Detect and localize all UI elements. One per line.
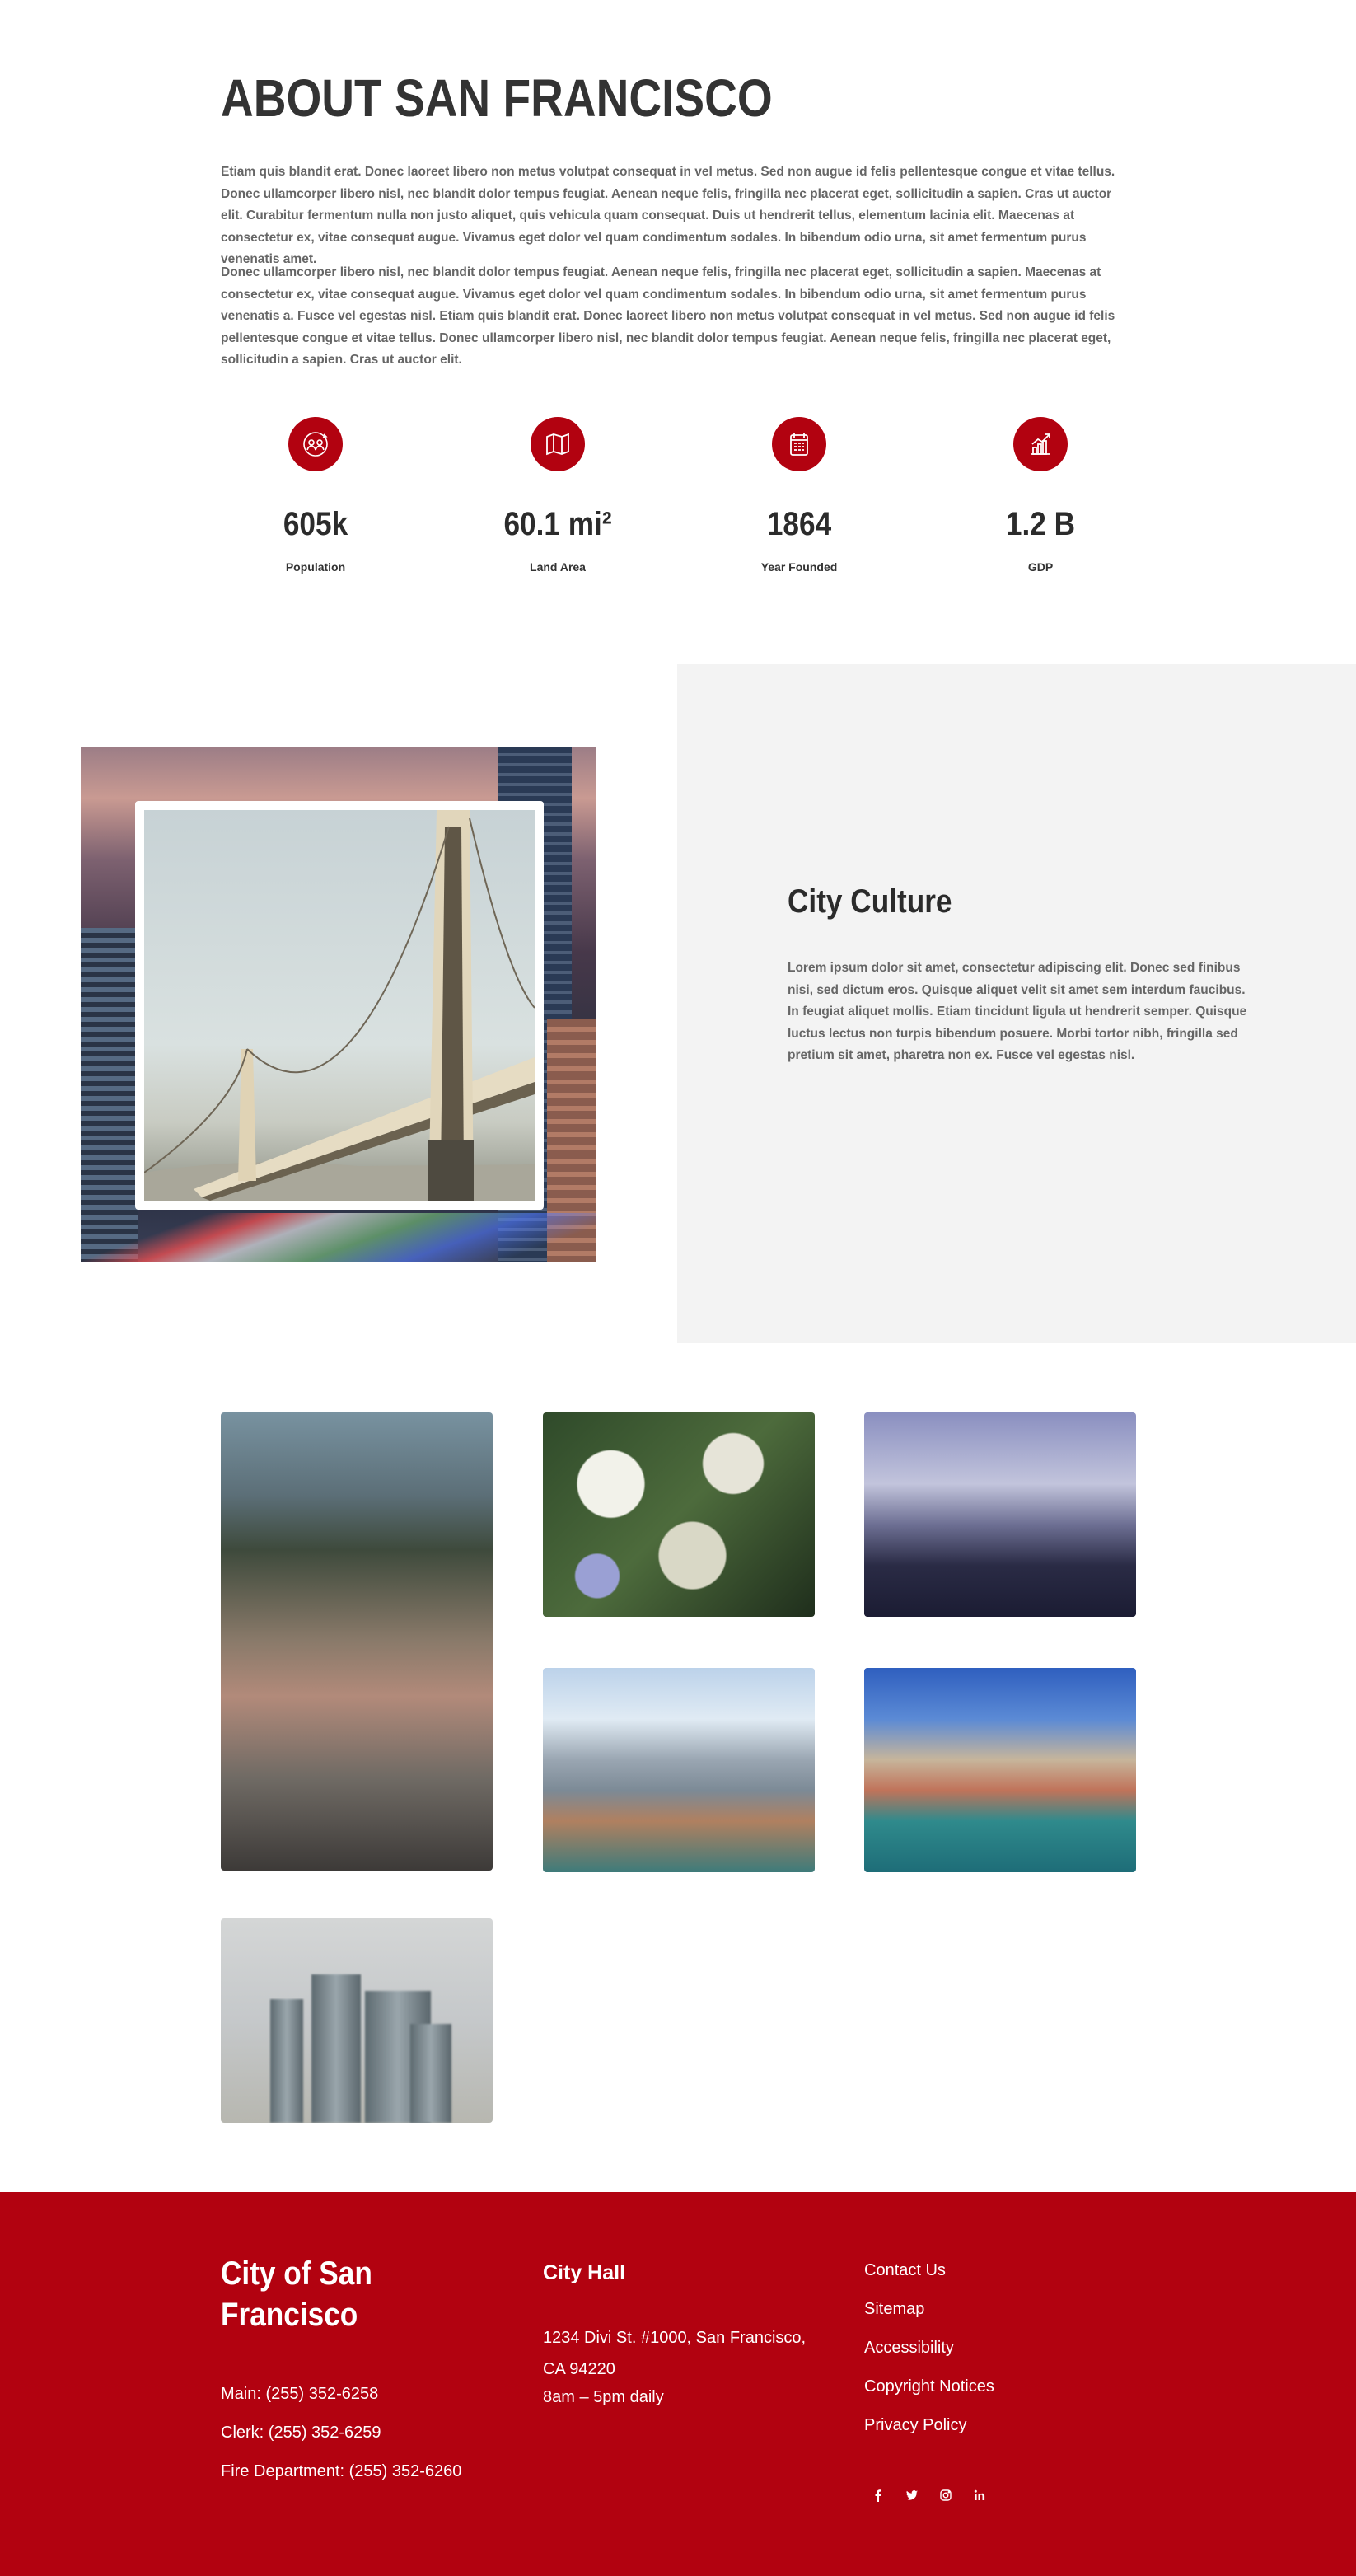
gallery-image-skyscrapers[interactable] (221, 1918, 493, 2123)
gallery-image-coastal-town[interactable] (221, 1412, 493, 1871)
gallery-image-domed-church[interactable] (543, 1668, 815, 1872)
stat-land-area: 60.1 mi² Land Area (475, 417, 640, 574)
map-icon (531, 417, 585, 471)
facebook-icon[interactable] (867, 2484, 890, 2507)
stat-value: 1864 (766, 506, 832, 542)
linkedin-icon[interactable] (968, 2484, 991, 2507)
gallery-image-night-bridge[interactable] (864, 1412, 1136, 1617)
stat-label: Population (285, 560, 346, 574)
gallery-image-flowers[interactable] (543, 1412, 815, 1617)
growth-chart-icon (1013, 417, 1068, 471)
bridge-photo (144, 810, 535, 1201)
instagram-icon[interactable] (934, 2484, 957, 2507)
bridge-photo-frame (135, 801, 544, 1210)
footer-link-sitemap[interactable]: Sitemap (864, 2300, 924, 2319)
stat-value: 605k (283, 506, 348, 542)
stat-year-founded: 1864 Year Founded (717, 417, 881, 574)
stat-value: 60.1 mi² (503, 506, 612, 542)
footer-link-accessibility[interactable]: Accessibility (864, 2339, 954, 2358)
culture-heading: City Culture (788, 883, 952, 920)
stat-value: 1.2 B (1005, 506, 1076, 542)
footer-link-privacy-policy[interactable]: Privacy Policy (864, 2416, 966, 2435)
calendar-icon (772, 417, 826, 471)
about-paragraph-1: Etiam quis blandit erat. Donec laoreet l… (221, 165, 1115, 266)
photo-gallery (0, 1343, 1356, 2192)
about-paragraph-2: Donec ullamcorper libero nisl, nec bland… (221, 265, 1115, 367)
footer-title: City of San Francisco (221, 2255, 372, 2333)
gallery-image-waterfront[interactable] (864, 1668, 1136, 1872)
stat-label: Year Founded (760, 560, 838, 574)
footer-link-copyright[interactable]: Copyright Notices (864, 2377, 994, 2396)
site-footer: City of San Francisco Main: (255) 352-62… (0, 2192, 1356, 2576)
phone-main[interactable]: Main: (255) 352-6258 (221, 2385, 378, 2404)
stat-gdp: 1.2 B GDP (958, 417, 1123, 574)
city-hall-address: 1234 Divi St. #1000, San Francisco, CA 9… (543, 2329, 807, 2378)
stat-label: Land Area (530, 560, 586, 574)
culture-text: Lorem ipsum dolor sit amet, consectetur … (788, 961, 1247, 1062)
phone-fire-department[interactable]: Fire Department: (255) 352-6260 (221, 2462, 461, 2481)
phone-clerk[interactable]: Clerk: (255) 352-6259 (221, 2424, 381, 2443)
stat-label: GDP (1027, 560, 1054, 574)
about-section: ABOUT SAN FRANCISCO Etiam quis blandit e… (0, 0, 1356, 664)
twitter-icon[interactable] (900, 2484, 923, 2507)
culture-section: City Culture Lorem ipsum dolor sit amet,… (0, 664, 1356, 1343)
city-hall-hours: 8am – 5pm daily (543, 2388, 664, 2406)
city-hall-heading: City Hall (543, 2261, 626, 2284)
population-icon (288, 417, 343, 471)
stat-population: 605k Population (233, 417, 398, 574)
footer-link-contact-us[interactable]: Contact Us (864, 2261, 946, 2280)
page-title: ABOUT SAN FRANCISCO (221, 68, 773, 128)
